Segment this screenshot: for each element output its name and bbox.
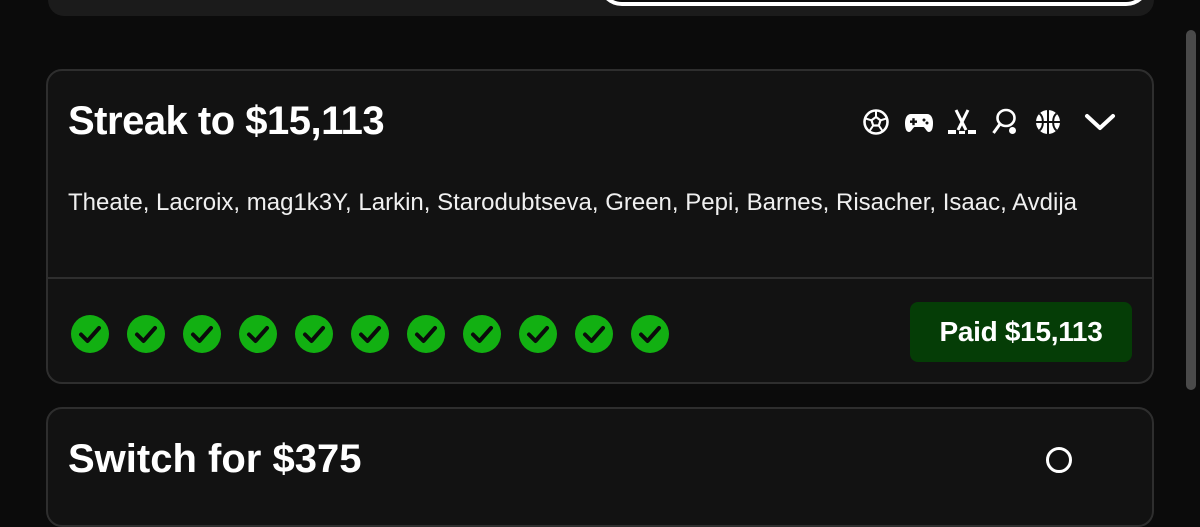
sport-icon <box>1046 447 1072 473</box>
next-card: Switch for $375 <box>46 407 1154 527</box>
top-outline-button[interactable] <box>598 0 1150 6</box>
check-circle-icon <box>518 314 558 354</box>
paid-badge: Paid $15,113 <box>910 302 1132 362</box>
sport-icons <box>861 107 1118 137</box>
gamepad-icon <box>904 107 934 137</box>
scrollbar[interactable] <box>1182 0 1200 450</box>
hockey-sticks-icon <box>947 107 977 137</box>
soccer-ball-icon <box>861 107 891 137</box>
tennis-racket-icon <box>990 107 1020 137</box>
streak-card: Streak to $15,113 Theate, Lacroix, mag1k… <box>46 69 1154 384</box>
check-circle-icon <box>70 314 110 354</box>
card-divider <box>48 277 1152 279</box>
check-circle-icon <box>630 314 670 354</box>
check-circle-icon <box>294 314 334 354</box>
check-circle-icon <box>406 314 446 354</box>
check-circle-icon <box>126 314 166 354</box>
scrollbar-thumb[interactable] <box>1186 30 1196 390</box>
chevron-down-icon[interactable] <box>1082 107 1118 137</box>
basketball-icon <box>1033 107 1063 137</box>
check-circle-icon <box>182 314 222 354</box>
check-circle-icon <box>350 314 390 354</box>
check-circle-icon <box>574 314 614 354</box>
player-list: Theate, Lacroix, mag1k3Y, Larkin, Starod… <box>68 189 1078 216</box>
check-circle-icon <box>462 314 502 354</box>
check-circle-icon <box>238 314 278 354</box>
next-card-title: Switch for $375 <box>68 437 362 481</box>
card-title: Streak to $15,113 <box>68 99 385 143</box>
leg-results <box>70 314 670 354</box>
